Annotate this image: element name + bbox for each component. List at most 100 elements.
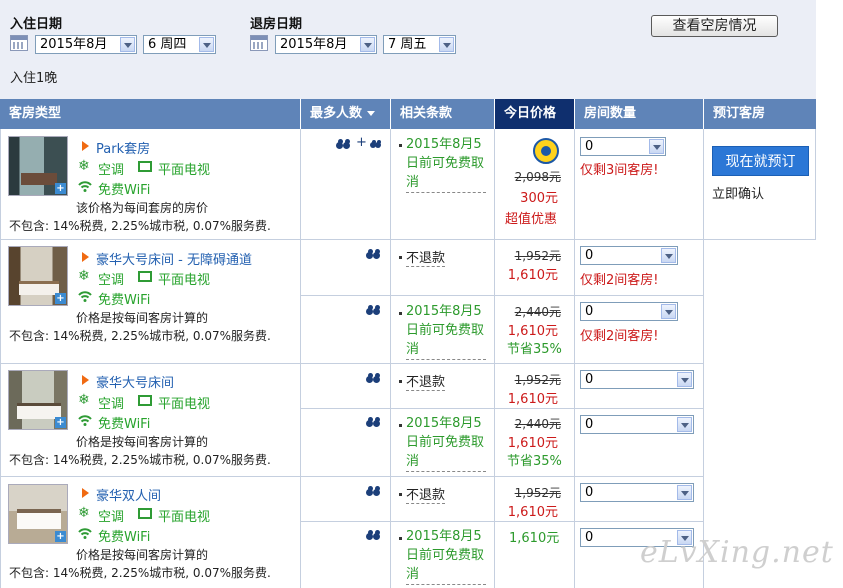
room-quantity-select[interactable]: 0 bbox=[580, 370, 694, 389]
air-conditioning-icon: ❄ bbox=[78, 268, 90, 284]
free-cancel-condition[interactable]: 2015年8月5日前可免费取消 bbox=[406, 414, 486, 472]
deal-price: 1,610元 bbox=[507, 392, 558, 407]
wifi-icon bbox=[78, 415, 92, 426]
room-photo[interactable]: + bbox=[8, 136, 68, 196]
grid-divider bbox=[703, 129, 704, 588]
original-price: 1,952元 bbox=[514, 373, 561, 387]
checkin-month-select[interactable]: 2015年8月 bbox=[35, 35, 137, 54]
room-photo[interactable]: + bbox=[8, 484, 68, 544]
row-divider bbox=[0, 363, 704, 364]
bullet-icon bbox=[399, 493, 402, 496]
furniture-shape bbox=[21, 173, 57, 185]
tax-note: 不包含: 14%税费, 2.25%城市税, 0.07%服务费. bbox=[9, 329, 271, 343]
price-note: 价格是按每间客房计算的 bbox=[76, 311, 209, 325]
deal-price: 1,610元 bbox=[507, 268, 558, 283]
air-conditioning-icon: ❄ bbox=[78, 158, 90, 174]
header-max-people[interactable]: 最多人数 bbox=[301, 99, 390, 129]
free-cancel-condition[interactable]: 2015年8月5日前可免费取消 bbox=[406, 302, 486, 360]
deal-label: 超值优惠 bbox=[505, 212, 558, 227]
amenity-ac: 空调 bbox=[98, 273, 125, 288]
plus-icon: + bbox=[356, 135, 367, 150]
amenity-tv: 平面电视 bbox=[158, 397, 211, 412]
checkout-day-select[interactable]: 7 周五 bbox=[383, 35, 456, 54]
tax-note: 不包含: 14%税费, 2.25%城市税, 0.07%服务费. bbox=[9, 219, 271, 233]
room-name-link[interactable]: 豪华双人间 bbox=[81, 485, 161, 504]
bullet-icon bbox=[399, 256, 402, 259]
amenity-wifi: 免费WiFi bbox=[98, 417, 151, 432]
free-cancel-condition[interactable]: 2015年8月5日前可免费取消 bbox=[406, 527, 486, 585]
row-divider bbox=[0, 239, 704, 240]
room-name-link[interactable]: 豪华大号床间 bbox=[81, 372, 174, 391]
tax-note: 不包含: 14%税费, 2.25%城市税, 0.07%服务费. bbox=[9, 566, 271, 580]
header-book: 预订客房 bbox=[704, 99, 816, 129]
row-divider bbox=[704, 239, 816, 240]
row-divider bbox=[0, 476, 704, 477]
amenity-wifi: 免费WiFi bbox=[98, 293, 151, 308]
savings-label: 节省35% bbox=[507, 454, 562, 469]
header-today-price: 今日价格 bbox=[495, 99, 574, 129]
grid-divider bbox=[574, 129, 575, 588]
two-people-icon bbox=[366, 486, 382, 495]
original-price: 2,440元 bbox=[514, 305, 561, 319]
book-now-button[interactable]: 现在就预订 bbox=[712, 146, 809, 176]
rooms-left-warning: 仅剩3间客房! bbox=[580, 163, 659, 178]
amenity-wifi: 免费WiFi bbox=[98, 183, 151, 198]
expand-photo-icon[interactable]: + bbox=[55, 293, 66, 304]
bed-shape bbox=[19, 281, 59, 295]
bullet-icon bbox=[399, 144, 402, 147]
header-conditions: 相关条款 bbox=[391, 99, 494, 129]
checkout-calendar-icon[interactable] bbox=[250, 35, 268, 51]
grid-divider bbox=[0, 129, 1, 588]
air-conditioning-icon: ❄ bbox=[78, 505, 90, 521]
price-note: 价格是按每间客房计算的 bbox=[76, 548, 209, 562]
expand-photo-icon[interactable]: + bbox=[55, 531, 66, 542]
bullet-icon bbox=[399, 312, 402, 315]
tax-note: 不包含: 14%税费, 2.25%城市税, 0.07%服务费. bbox=[9, 453, 271, 467]
room-name-link[interactable]: 豪华大号床间 - 无障碍通道 bbox=[82, 249, 252, 268]
non-refundable-condition[interactable]: 不退款 bbox=[406, 484, 446, 504]
room-quantity-select[interactable]: 0 bbox=[580, 415, 694, 434]
wifi-icon bbox=[78, 528, 92, 539]
deal-price: 1,610元 bbox=[507, 324, 558, 339]
room-photo[interactable]: + bbox=[8, 246, 68, 306]
room-quantity-select[interactable]: 0 bbox=[580, 483, 694, 502]
tv-icon bbox=[138, 161, 152, 172]
children-icon bbox=[370, 140, 382, 148]
non-refundable-condition[interactable]: 不退款 bbox=[406, 371, 446, 391]
instant-confirm-text: 立即确认 bbox=[712, 187, 765, 202]
checkin-calendar-icon[interactable] bbox=[10, 35, 28, 51]
room-quantity-select[interactable]: 0 bbox=[580, 246, 678, 265]
check-availability-button[interactable]: 查看空房情况 bbox=[651, 15, 778, 37]
two-people-icon bbox=[366, 373, 382, 382]
checkout-label: 退房日期 bbox=[250, 17, 303, 32]
amenity-ac: 空调 bbox=[98, 510, 125, 525]
row-divider bbox=[300, 521, 704, 522]
room-photo[interactable]: + bbox=[8, 370, 68, 430]
amenity-tv: 平面电视 bbox=[158, 163, 211, 178]
free-cancel-condition[interactable]: 2015年8月5日前可免费取消 bbox=[406, 135, 486, 193]
room-quantity-select[interactable]: 0 bbox=[580, 137, 666, 156]
two-people-icon bbox=[366, 530, 382, 539]
savings-label: 节省35% bbox=[507, 342, 562, 357]
deal-price: 1,610元 bbox=[507, 436, 558, 451]
grid-divider bbox=[815, 129, 816, 240]
rooms-left-warning: 仅剩2间客房! bbox=[580, 273, 659, 288]
room-name-link[interactable]: Park套房 bbox=[81, 138, 150, 157]
row-divider bbox=[300, 408, 704, 409]
original-price: 2,098元 bbox=[514, 170, 561, 184]
grid-divider bbox=[494, 129, 495, 588]
expand-photo-icon[interactable]: + bbox=[55, 183, 66, 194]
tv-icon bbox=[138, 395, 152, 406]
price-note: 该价格为每间套房的房价 bbox=[76, 201, 209, 215]
air-conditioning-icon: ❄ bbox=[78, 392, 90, 408]
price-note: 价格是按每间客房计算的 bbox=[76, 435, 209, 449]
non-refundable-condition[interactable]: 不退款 bbox=[406, 247, 446, 267]
checkin-label: 入住日期 bbox=[10, 17, 63, 32]
grid-divider bbox=[390, 129, 391, 588]
expand-photo-icon[interactable]: + bbox=[55, 417, 66, 428]
room-quantity-select[interactable]: 0 bbox=[580, 302, 678, 321]
amenity-wifi: 免费WiFi bbox=[98, 530, 151, 545]
checkin-day-select[interactable]: 6 周四 bbox=[143, 35, 216, 54]
checkout-month-select[interactable]: 2015年8月 bbox=[275, 35, 377, 54]
original-price: 2,440元 bbox=[514, 417, 561, 431]
